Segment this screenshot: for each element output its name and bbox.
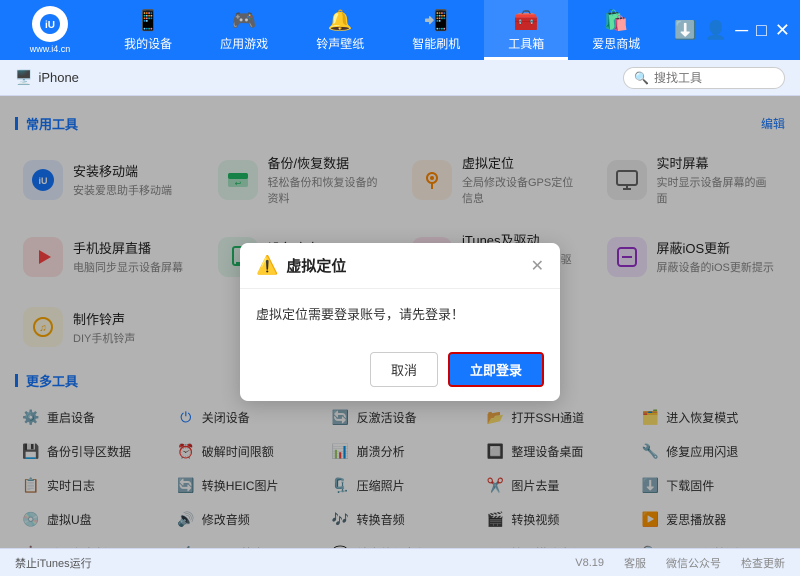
wechat-link[interactable]: 微信公众号 [666, 555, 721, 571]
user-icon[interactable]: 👤 [705, 20, 727, 41]
modal-title-wrap: ⚠️ 虚拟定位 [256, 255, 346, 276]
nav-ringtones[interactable]: 🔔 铃声壁纸 [292, 0, 388, 60]
search-box[interactable]: 🔍 [623, 67, 785, 89]
version-info: V8.19 [575, 557, 604, 569]
customer-service[interactable]: 客服 [624, 555, 646, 571]
minimize-icon[interactable]: ─ [735, 20, 748, 41]
modal-close-button[interactable]: ✕ [531, 256, 544, 276]
device-icon: 🖥️ [15, 69, 32, 86]
modal-overlay: ⚠️ 虚拟定位 ✕ 虚拟定位需要登录账号，请先登录！ 取消 立即登录 [0, 96, 800, 548]
ringtones-icon: 🔔 [328, 8, 353, 33]
modal-footer: 取消 立即登录 [240, 342, 560, 401]
app-footer: 禁止iTunes运行 V8.19 客服 微信公众号 检查更新 [0, 548, 800, 576]
main-content: 常用工具 编辑 iU 安装移动端 安装爱思助手移动端 ↩ 备份/恢复数据 轻松备… [0, 96, 800, 548]
smart-phone-icon: 📲 [424, 8, 449, 33]
nav-apps-games[interactable]: 🎮 应用游戏 [196, 0, 292, 60]
modal-message: 虚拟定位需要登录账号，请先登录！ [256, 307, 464, 322]
modal-title: 虚拟定位 [286, 255, 346, 276]
device-name: iPhone [38, 70, 78, 85]
modal-body: 虚拟定位需要登录账号，请先登录！ [240, 289, 560, 342]
disable-itunes[interactable]: 禁止iTunes运行 [15, 555, 92, 571]
nav-toolbox[interactable]: 🧰 工具箱 [484, 0, 568, 60]
virtual-location-modal: ⚠️ 虚拟定位 ✕ 虚拟定位需要登录账号，请先登录！ 取消 立即登录 [240, 243, 560, 401]
nav-store[interactable]: 🛍️ 爱思商城 [568, 0, 664, 60]
nav-my-device[interactable]: 📱 我的设备 [100, 0, 196, 60]
logo-text: www.i4.cn [30, 44, 71, 54]
svg-text:iU: iU [45, 20, 55, 31]
my-device-icon: 📱 [136, 8, 161, 33]
header-controls: ⬇️ 👤 ─ □ ✕ [674, 20, 790, 41]
search-icon: 🔍 [634, 71, 649, 85]
confirm-login-button[interactable]: 立即登录 [448, 352, 544, 387]
close-icon[interactable]: ✕ [775, 20, 790, 41]
check-update[interactable]: 检查更新 [741, 555, 785, 571]
apps-games-icon: 🎮 [232, 8, 257, 33]
search-input[interactable] [654, 71, 774, 85]
toolbox-icon: 🧰 [514, 8, 539, 33]
maximize-icon[interactable]: □ [756, 20, 767, 41]
app-header: iU www.i4.cn 📱 我的设备 🎮 应用游戏 🔔 铃声壁纸 📲 智能刷机… [0, 0, 800, 60]
app-logo[interactable]: iU www.i4.cn [10, 6, 90, 54]
logo-icon: iU [32, 6, 68, 42]
modal-header: ⚠️ 虚拟定位 ✕ [240, 243, 560, 289]
device-info: 🖥️ iPhone [15, 69, 79, 86]
download-icon[interactable]: ⬇️ [674, 20, 696, 41]
nav-bar: 📱 我的设备 🎮 应用游戏 🔔 铃声壁纸 📲 智能刷机 🧰 工具箱 🛍️ 爱思商… [90, 0, 674, 60]
nav-smart-phone[interactable]: 📲 智能刷机 [388, 0, 484, 60]
modal-warning-icon: ⚠️ [256, 255, 278, 276]
store-icon: 🛍️ [604, 8, 629, 33]
cancel-button[interactable]: 取消 [370, 352, 438, 387]
sub-header: 🖥️ iPhone 🔍 [0, 60, 800, 96]
